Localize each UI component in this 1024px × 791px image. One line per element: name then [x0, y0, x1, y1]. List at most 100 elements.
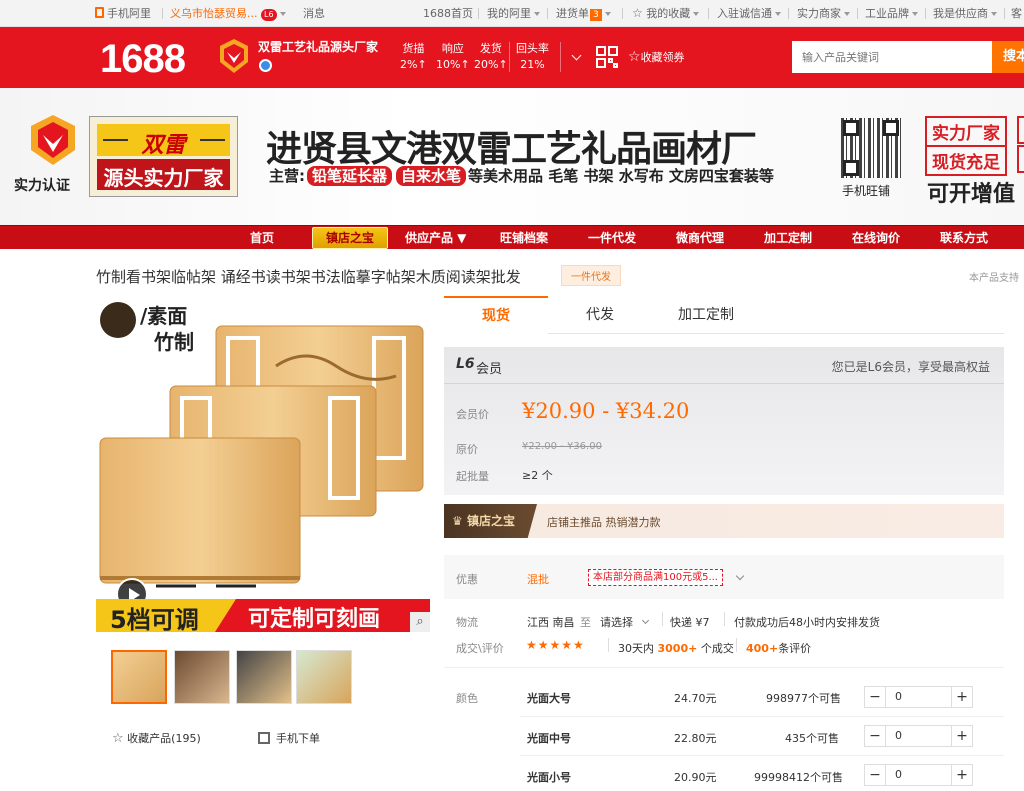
tab-in-stock[interactable]: 现货 [444, 296, 548, 334]
nav-products[interactable]: 供应产品 ▼ [405, 226, 466, 250]
increase-quantity-button[interactable]: + [951, 725, 973, 747]
metric-description: 货描 2%↑ [400, 42, 427, 71]
quantity-input[interactable]: 0 [886, 686, 951, 708]
image-caption-bamboo: 竹制 [154, 330, 194, 354]
favorite-product-button[interactable]: ☆ 收藏产品(195) [112, 730, 201, 746]
member-price: ¥20.90 - ¥34.20 [522, 399, 690, 423]
join-label: 入驻诚信通 [717, 7, 772, 20]
review-stat[interactable]: 400+条评价 [746, 640, 811, 656]
purchase-count-badge: 3 [590, 9, 602, 21]
moq-value: ≥2 个 [522, 469, 553, 482]
thumbnail-4[interactable] [296, 650, 352, 704]
sku-name: 光面小号 [527, 771, 571, 784]
main-tag-2: 自来水笔 [396, 166, 467, 186]
tab-dropship[interactable]: 代发 [586, 297, 614, 333]
nav-contact[interactable]: 联系方式 [940, 226, 988, 250]
quantity-input[interactable]: 0 [886, 764, 951, 786]
site-logo[interactable]: 1688 [100, 37, 186, 82]
dropship-tag: 一件代发 [561, 265, 621, 286]
member-note: 您已是L6会员，享受最高权益 [831, 360, 990, 374]
quantity-input[interactable]: 0 [886, 725, 951, 747]
image-caption-top: /素面 [140, 304, 188, 328]
crown-icon: ♛ [452, 514, 463, 528]
star-icon: ☆ [628, 49, 641, 65]
decrease-quantity-button[interactable]: − [864, 686, 886, 708]
promo-type: 混批 [527, 573, 549, 586]
nav-agent[interactable]: 微商代理 [676, 226, 724, 250]
qrcode-label: 手机旺铺 [842, 184, 891, 198]
qrcode-icon[interactable] [596, 46, 618, 68]
search-button[interactable]: 搜本 [992, 41, 1024, 73]
thumbnail-2[interactable] [174, 650, 230, 704]
purchase-list-menu[interactable]: 进货单 3 [556, 0, 611, 27]
decrease-quantity-button[interactable]: − [864, 764, 886, 786]
destination-select[interactable]: 请选择 [600, 614, 650, 630]
join-menu[interactable]: 入驻诚信通 [717, 0, 781, 27]
shop-name[interactable]: 双雷工艺礼品源头厂家 [258, 38, 378, 55]
tag-stock-sufficient: 现货充足 [925, 145, 1007, 176]
qrcode-icon [258, 732, 270, 744]
coupon-dropdown[interactable]: 本店部分商品满100元或5... [588, 569, 723, 586]
zoom-icon[interactable]: ⌕ [410, 612, 430, 632]
logistics-to: 至 [580, 616, 591, 629]
nav-inquiry[interactable]: 在线询价 [852, 226, 900, 250]
thumbnail-3[interactable] [236, 650, 292, 704]
decrease-quantity-button[interactable]: − [864, 725, 886, 747]
original-price-label: 原价 [456, 443, 478, 456]
chevron-down-icon[interactable] [571, 50, 582, 61]
sku-price: 24.70元 [674, 692, 717, 705]
nav-profile[interactable]: 旺铺档案 [500, 226, 548, 250]
search-box [792, 41, 992, 73]
shop-qrcode [841, 118, 901, 178]
chevron-down-icon [641, 616, 650, 625]
nav-dropship[interactable]: 一件代发 [588, 226, 636, 250]
main-business-rest: 等美术用品 毛笔 书架 水写布 文房四宝套装等 [468, 167, 774, 185]
increase-quantity-button[interactable]: + [951, 764, 973, 786]
account-link[interactable]: 义乌市怡瑟贸易... L6 [170, 0, 286, 27]
product-title: 竹制看书架临帖架 诵经书读书架书法临摹字帖架木质阅读架批发 [96, 268, 521, 286]
metric-repurchase: 回头率 21% [516, 42, 549, 71]
destination-text: 请选择 [600, 616, 633, 629]
strong-merchant-label: 实力商家 [797, 7, 841, 20]
shop-logo-icon [219, 38, 249, 74]
top-bar: 手机阿里 义乌市怡瑟贸易... L6 消息 1688首页 我的阿里 进货单 3 ☆… [0, 0, 1024, 27]
home-link[interactable]: 1688首页 [423, 0, 473, 27]
messages-link[interactable]: 消息 [303, 0, 325, 27]
shop-header: 1688 双雷工艺礼品源头厂家 货描 2%↑ 响应 10%↑ 发货 20%↑ 回头率 2… [0, 27, 1024, 88]
my-ali-menu[interactable]: 我的阿里 [487, 0, 540, 27]
thumbnail-1[interactable] [111, 650, 167, 704]
nav-home[interactable]: 首页 [250, 226, 274, 250]
main-product-image[interactable]: /素面 竹制 5档可调 可定制可刻画 [96, 296, 430, 632]
supplier-menu[interactable]: 我是供应商 [933, 0, 997, 27]
deals-count: 3000+ [657, 642, 698, 655]
brand-box: 双雷 源头实力厂家 [89, 116, 238, 197]
sku-stock: 435个可售 [785, 732, 839, 745]
verified-icon [259, 59, 272, 72]
nav-treasure[interactable]: 镇店之宝 [312, 227, 389, 249]
increase-quantity-button[interactable]: + [951, 686, 973, 708]
treasure-text: 店铺主推品 热销潜力款 [547, 516, 661, 529]
mobile-ali-link[interactable]: 手机阿里 [95, 0, 151, 27]
industrial-label: 工业品牌 [865, 7, 909, 20]
mobile-order-button[interactable]: 手机下单 [258, 730, 320, 746]
collect-coupon-button[interactable]: ☆收藏领券 [628, 49, 685, 65]
invoice-note: 可开增值 [927, 182, 1016, 207]
express-fee: 快递 ¥7 [670, 616, 710, 629]
strength-badge-icon [30, 114, 76, 166]
service-menu[interactable]: 客 [1011, 0, 1022, 27]
treasure-strip: ♛ 镇店之宝 店铺主推品 热销潜力款 [444, 504, 1004, 538]
main-tag-1: 铅笔延长器 [307, 166, 393, 186]
my-ali-label: 我的阿里 [487, 7, 531, 20]
tab-custom[interactable]: 加工定制 [678, 297, 734, 333]
industrial-menu[interactable]: 工业品牌 [865, 0, 918, 27]
image-banner-adjustable: 5档可调 [110, 606, 199, 632]
level-badge: L6 [261, 9, 277, 21]
star-icon: ☆ [112, 731, 124, 746]
deals-prefix: 30天内 [618, 642, 654, 655]
member-label: 会员 [476, 362, 503, 377]
strong-merchant-menu[interactable]: 实力商家 [797, 0, 850, 27]
main-business-prefix: 主营: [269, 167, 305, 185]
search-input[interactable] [793, 42, 991, 72]
nav-custom[interactable]: 加工定制 [764, 226, 812, 250]
favorites-menu[interactable]: ☆ 我的收藏 [632, 0, 700, 27]
